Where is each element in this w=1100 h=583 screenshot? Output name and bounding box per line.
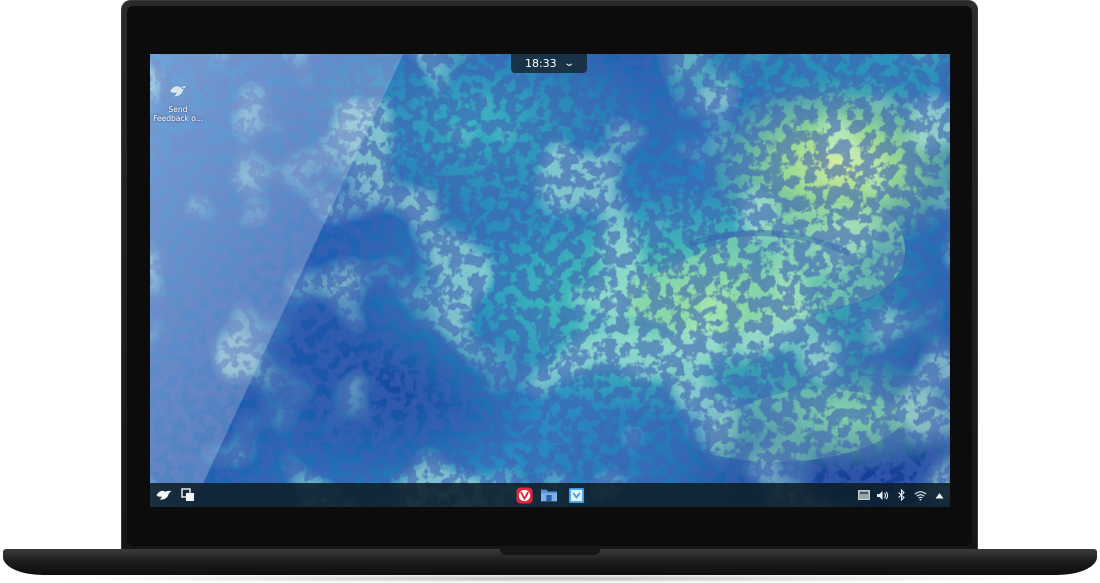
desktop-screen[interactable]: 18:33 ⌄ Send Feedback o... xyxy=(150,54,950,507)
taskbar-app-vivaldi[interactable] xyxy=(514,485,534,505)
multitask-view-button[interactable] xyxy=(178,485,198,505)
desktop-icon-send-feedback[interactable]: Send Feedback o... xyxy=(152,80,204,132)
file-manager-icon xyxy=(541,489,557,502)
expand-tray-icon[interactable] xyxy=(933,489,946,502)
system-tray xyxy=(857,483,946,507)
taskbar xyxy=(150,483,950,507)
multitask-view-icon xyxy=(181,488,194,501)
taskbar-app-files[interactable] xyxy=(539,485,559,505)
laptop-hinge-notch xyxy=(500,549,600,555)
top-clock-panel[interactable]: 18:33 ⌄ xyxy=(511,54,587,73)
taskbar-app-store[interactable] xyxy=(566,485,586,505)
app-store-icon xyxy=(568,487,584,503)
vivaldi-browser-icon xyxy=(515,486,533,504)
keyboard-layout-icon[interactable] xyxy=(857,489,870,502)
bird-launcher-icon xyxy=(156,490,172,500)
bluetooth-icon[interactable] xyxy=(895,489,908,502)
wallpaper xyxy=(150,54,950,507)
clock-time: 18:33 xyxy=(524,57,557,70)
volume-icon[interactable] xyxy=(876,489,889,502)
wifi-icon[interactable] xyxy=(914,489,927,502)
bird-icon xyxy=(169,85,188,97)
laptop-shadow xyxy=(60,574,1040,583)
chevron-down-icon: ⌄ xyxy=(562,58,575,69)
desktop-icon-label: Send Feedback o... xyxy=(153,105,203,123)
launcher-button[interactable] xyxy=(154,485,174,505)
